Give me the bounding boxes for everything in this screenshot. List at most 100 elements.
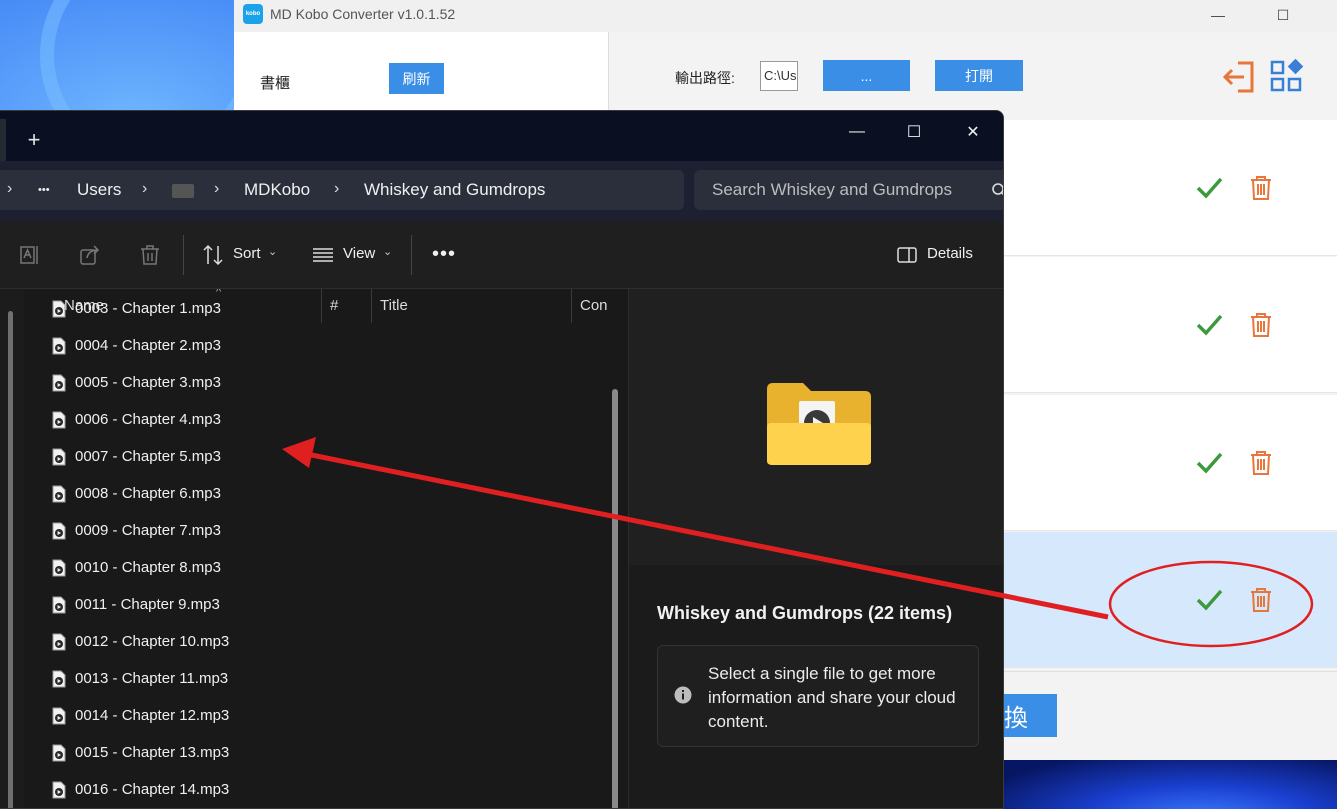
file-row[interactable]: 0013 - Chapter 11.mp3 xyxy=(26,661,616,698)
file-row[interactable]: 0008 - Chapter 6.mp3 xyxy=(26,476,616,513)
book-row[interactable] xyxy=(1004,257,1337,393)
breadcrumb[interactable]: › ••• Users › › MDKobo › Whiskey and Gum… xyxy=(0,170,684,210)
check-icon xyxy=(1196,177,1223,199)
file-name: 0015 - Chapter 13.mp3 xyxy=(75,744,230,761)
file-row[interactable]: 0007 - Chapter 5.mp3 xyxy=(26,439,616,476)
audio-file-icon xyxy=(52,522,66,540)
explorer-maximize-button[interactable]: ☐ xyxy=(892,117,936,147)
file-list-scrollbar[interactable] xyxy=(612,389,618,808)
details-button[interactable]: Details xyxy=(927,245,973,262)
delete-icon[interactable] xyxy=(139,244,161,266)
file-row[interactable]: 0014 - Chapter 12.mp3 xyxy=(26,698,616,735)
file-name: 0010 - Chapter 8.mp3 xyxy=(75,559,221,576)
bookshelf-label: 書櫃 xyxy=(260,75,291,92)
navigation-pane xyxy=(0,289,24,808)
explorer-toolbar: Sort ⌄ View ⌄ ••• Details xyxy=(0,221,1003,289)
audio-file-icon xyxy=(52,707,66,725)
search-input[interactable]: Search Whiskey and Gumdrops xyxy=(694,170,1004,210)
breadcrumb-mdkobo[interactable]: MDKobo xyxy=(244,180,310,200)
file-name: 0012 - Chapter 10.mp3 xyxy=(75,633,230,650)
explorer-minimize-button[interactable]: — xyxy=(835,117,879,147)
file-row[interactable]: 0005 - Chapter 3.mp3 xyxy=(26,365,616,402)
file-row[interactable]: 0016 - Chapter 14.mp3 xyxy=(26,772,616,808)
audio-file-icon xyxy=(52,300,66,318)
explorer-tab[interactable] xyxy=(0,119,6,161)
book-row-selected[interactable] xyxy=(1004,532,1337,668)
bookshelf-header: 書櫃 刷新 xyxy=(234,32,608,110)
audio-file-icon xyxy=(52,448,66,466)
breadcrumb-more[interactable]: ••• xyxy=(38,184,50,196)
audio-file-icon xyxy=(52,559,66,577)
details-info-text: Select a single file to get more informa… xyxy=(708,664,956,731)
trash-icon[interactable] xyxy=(1249,587,1273,613)
toolbar-divider xyxy=(411,235,412,275)
navigation-scrollbar[interactable] xyxy=(8,311,13,808)
book-row[interactable] xyxy=(1004,120,1337,256)
kobo-maximize-button[interactable]: ☐ xyxy=(1263,2,1303,28)
open-folder-button[interactable]: 打開 xyxy=(935,60,1023,91)
file-name: 0007 - Chapter 5.mp3 xyxy=(75,448,221,465)
check-icon xyxy=(1196,314,1223,336)
breadcrumb-current-folder[interactable]: Whiskey and Gumdrops xyxy=(364,180,545,200)
check-icon xyxy=(1196,452,1223,474)
breadcrumb-separator: › xyxy=(214,180,220,197)
output-header: 輸出路徑: C:\Us ... 打開 xyxy=(608,32,1337,120)
file-list: ^ Name # Title Con 0003 - Chapter 1.mp3 0… xyxy=(26,289,626,808)
details-pane-icon[interactable] xyxy=(896,244,918,266)
breadcrumb-separator: › xyxy=(7,180,13,197)
file-row[interactable]: 0012 - Chapter 10.mp3 xyxy=(26,624,616,661)
refresh-button[interactable]: 刷新 xyxy=(389,63,444,94)
kobo-window-title: MD Kobo Converter v1.0.1.52 xyxy=(270,6,456,22)
book-row[interactable] xyxy=(1004,395,1337,531)
new-tab-button[interactable]: + xyxy=(22,127,46,152)
file-name: 0009 - Chapter 7.mp3 xyxy=(75,522,221,539)
audio-file-icon xyxy=(52,633,66,651)
view-button[interactable]: View xyxy=(343,245,375,262)
file-row[interactable]: 0010 - Chapter 8.mp3 xyxy=(26,550,616,587)
view-icon[interactable] xyxy=(312,244,334,266)
file-row[interactable]: 0006 - Chapter 4.mp3 xyxy=(26,402,616,439)
explorer-tab-bar: + — ☐ ✕ xyxy=(0,111,1003,161)
info-icon xyxy=(674,686,692,704)
logout-icon[interactable] xyxy=(1222,59,1258,95)
audio-file-icon xyxy=(52,596,66,614)
file-name: 0014 - Chapter 12.mp3 xyxy=(75,707,230,724)
details-info-card: Select a single file to get more informa… xyxy=(657,645,979,747)
sort-button[interactable]: Sort xyxy=(233,245,261,262)
output-path-label: 輸出路徑: xyxy=(675,70,735,86)
file-row[interactable]: 0004 - Chapter 2.mp3 xyxy=(26,328,616,365)
file-row[interactable]: 0011 - Chapter 9.mp3 xyxy=(26,587,616,624)
kobo-minimize-button[interactable]: — xyxy=(1198,2,1238,28)
file-name: 0013 - Chapter 11.mp3 xyxy=(75,670,229,687)
file-name: 0005 - Chapter 3.mp3 xyxy=(75,374,221,391)
audio-file-icon xyxy=(52,374,66,392)
trash-icon[interactable] xyxy=(1249,450,1273,476)
trash-icon[interactable] xyxy=(1249,312,1273,338)
details-pane: Whiskey and Gumdrops (22 items) Select a… xyxy=(628,289,1003,808)
browse-button[interactable]: ... xyxy=(823,60,910,91)
audio-file-icon xyxy=(52,744,66,762)
file-name: 0003 - Chapter 1.mp3 xyxy=(75,300,221,317)
explorer-close-button[interactable]: ✕ xyxy=(951,117,995,147)
convert-button[interactable]: 換 xyxy=(1004,694,1057,737)
file-row[interactable]: 0009 - Chapter 7.mp3 xyxy=(26,513,616,550)
output-path-input[interactable]: C:\Us xyxy=(760,61,798,91)
file-row[interactable]: 0003 - Chapter 1.mp3 xyxy=(26,291,616,328)
more-options-button[interactable]: ••• xyxy=(432,243,456,266)
breadcrumb-user-folder-icon[interactable] xyxy=(172,184,194,198)
search-icon[interactable] xyxy=(991,182,1004,198)
file-explorer-window: + — ☐ ✕ › ••• Users › › MDKobo › Whiskey… xyxy=(0,110,1004,809)
share-icon[interactable] xyxy=(79,244,101,266)
trash-icon[interactable] xyxy=(1249,175,1273,201)
file-row[interactable]: 0015 - Chapter 13.mp3 xyxy=(26,735,616,772)
file-name: 0016 - Chapter 14.mp3 xyxy=(75,781,230,798)
sort-icon[interactable] xyxy=(202,244,224,266)
breadcrumb-users[interactable]: Users xyxy=(77,180,121,200)
rename-icon[interactable] xyxy=(19,244,41,266)
audio-file-icon xyxy=(52,485,66,503)
apps-icon[interactable] xyxy=(1269,59,1305,95)
audio-file-icon xyxy=(52,781,66,799)
kobo-title-bar: kobo MD Kobo Converter v1.0.1.52 — ☐ xyxy=(234,0,1337,32)
toolbar-divider xyxy=(183,235,184,275)
file-name: 0006 - Chapter 4.mp3 xyxy=(75,411,221,428)
